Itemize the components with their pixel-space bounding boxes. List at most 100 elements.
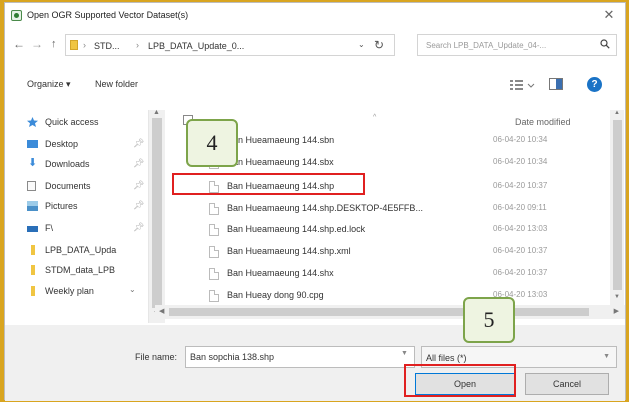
search-icon <box>600 39 610 49</box>
column-header-date-modified[interactable]: Date modified <box>515 117 571 127</box>
file-name: Ban Hueamaeung 144.shp.ed.lock <box>227 224 366 234</box>
command-bar: Organize ▾ New folder ? <box>5 74 625 96</box>
search-placeholder: Search LPB_DATA_Update_04-... <box>426 41 547 50</box>
refresh-icon[interactable]: ↻ <box>374 38 384 52</box>
breadcrumb-segment[interactable]: LPB_DATA_Update_0... <box>148 41 244 51</box>
file-row[interactable]: Ban Hueamaeung 144.shp.xml 06-04-20 10:3… <box>175 243 605 260</box>
file-date: 06-04-20 09:11 <box>493 203 547 212</box>
address-bar[interactable]: › STD... › LPB_DATA_Update_0... ⌄ ↻ <box>65 34 395 56</box>
open-file-dialog: Open OGR Supported Vector Dataset(s) ✕ ←… <box>4 2 626 401</box>
search-input[interactable]: Search LPB_DATA_Update_04-... <box>417 34 617 56</box>
folder-icon <box>70 40 78 50</box>
scrollbar-thumb[interactable] <box>152 118 162 308</box>
folder-icon <box>31 265 35 275</box>
file-name: Ban Hueamaeung 144.shp.xml <box>227 246 351 256</box>
navigation-pane: Quick access Desktop 📌︎ ⬇ Downloads 📌︎ D… <box>5 109 165 323</box>
sidebar-item-desktop[interactable]: Desktop 📌︎ <box>5 134 147 154</box>
file-row[interactable]: Ban Hueamaeung 144.sbx 06-04-20 10:34 <box>175 154 605 171</box>
help-icon[interactable]: ? <box>587 77 602 92</box>
sidebar-item-label: Pictures <box>45 201 78 211</box>
preview-pane-icon[interactable] <box>549 78 563 90</box>
chevron-down-icon[interactable]: ⌄ <box>358 40 365 49</box>
file-name-input[interactable] <box>185 346 415 368</box>
sidebar-item-label: F\ <box>45 223 53 233</box>
file-row[interactable]: Ban Hueay dong 90.cpg 06-04-20 13:03 <box>175 287 605 304</box>
file-date: 06-04-20 13:03 <box>493 224 548 233</box>
sidebar-scrollbar[interactable]: ▲ ▼ <box>148 109 165 323</box>
file-date: 06-04-20 10:34 <box>493 157 548 166</box>
file-name: Ban Hueamaeung 144.shx <box>227 268 334 278</box>
view-options-icon[interactable] <box>509 78 535 92</box>
file-name: Ban Hueamaeung 144.sbn <box>227 135 335 145</box>
scrollbar-thumb[interactable] <box>613 120 622 290</box>
sidebar-item-label: STDM_data_LPB <box>45 265 116 275</box>
forward-arrow-icon[interactable]: → <box>31 37 43 51</box>
file-row[interactable]: Ban Hueamaeung 144.sbn 06-04-20 10:34 <box>175 132 605 149</box>
drive-icon <box>27 226 38 232</box>
file-name: Ban Hueay dong 90.cpg <box>227 290 324 300</box>
file-type-filter-value: All files (*) <box>426 353 467 363</box>
folder-icon <box>31 245 35 255</box>
file-icon <box>209 203 219 215</box>
pin-icon[interactable]: 📌︎ <box>133 222 144 233</box>
sidebar-item-stdm-data[interactable]: STDM_data_LPB <box>5 260 147 280</box>
file-icon <box>209 246 219 258</box>
scrollbar-thumb[interactable] <box>169 308 589 316</box>
annotation-step-5: 5 <box>463 297 515 343</box>
breadcrumb-segment[interactable]: STD... <box>94 41 120 51</box>
pin-icon[interactable]: 📌︎ <box>133 158 144 169</box>
file-name-label: File name: <box>135 352 178 362</box>
sidebar-item-label: Weekly plan <box>45 286 94 296</box>
chevron-down-icon[interactable]: ▼ <box>401 350 408 357</box>
sidebar-item-weekly-plan[interactable]: Weekly plan ⌄ <box>5 281 147 301</box>
annotation-highlight-open-button <box>404 364 516 397</box>
sidebar-item-downloads[interactable]: ⬇ Downloads 📌︎ <box>5 154 147 174</box>
scroll-left-icon[interactable]: ◀ <box>159 307 164 315</box>
scroll-down-icon[interactable]: ▼ <box>614 294 620 300</box>
documents-icon <box>27 181 36 191</box>
scroll-right-icon[interactable]: ▶ <box>614 307 619 315</box>
annotation-step-4: 4 <box>186 119 238 167</box>
sidebar-item-lpb-data[interactable]: LPB_DATA_Upda <box>5 240 147 260</box>
chevron-down-icon[interactable]: ⌄ <box>129 285 136 294</box>
dialog-footer: File name: ▼ All files (*) ▼ Open Cancel <box>5 325 625 401</box>
sidebar-item-quick-access[interactable]: Quick access <box>5 112 147 132</box>
desktop-icon <box>27 140 38 148</box>
sidebar-item-label: LPB_DATA_Upda <box>45 245 117 255</box>
pin-icon[interactable]: 📌︎ <box>133 138 144 149</box>
file-list: ^ Date modified Ban Hueamaeung 144.sbn 0… <box>175 110 610 305</box>
file-row[interactable]: Ban Hueamaeung 144.shp.DESKTOP-4E5FFB...… <box>175 200 605 217</box>
up-arrow-icon[interactable]: ↑ <box>51 38 57 50</box>
chevron-down-icon: ▼ <box>603 353 610 360</box>
qgis-app-icon <box>11 10 22 21</box>
file-row[interactable]: Ban Hueamaeung 144.shx 06-04-20 10:37 <box>175 265 605 282</box>
sidebar-item-pictures[interactable]: Pictures 📌︎ <box>5 196 147 216</box>
file-date: 06-04-20 10:37 <box>493 181 548 190</box>
file-icon <box>209 268 219 280</box>
file-list-scrollbar[interactable]: ▲ ▼ <box>610 110 624 305</box>
cancel-button[interactable]: Cancel <box>525 373 609 395</box>
breadcrumb-separator-icon: › <box>83 40 86 50</box>
sidebar-item-f-drive[interactable]: F\ 📌︎ <box>5 218 147 238</box>
file-date: 06-04-20 10:37 <box>493 268 548 277</box>
close-button[interactable]: ✕ <box>601 7 617 23</box>
sidebar-item-label: Documents <box>45 181 91 191</box>
pin-icon[interactable]: 📌︎ <box>133 200 144 211</box>
file-icon <box>209 224 219 236</box>
title-bar: Open OGR Supported Vector Dataset(s) ✕ <box>5 3 625 29</box>
back-arrow-icon[interactable]: ← <box>13 37 25 51</box>
file-row[interactable]: Ban Hueamaeung 144.shp.ed.lock 06-04-20 … <box>175 221 605 238</box>
file-name: Ban Hueamaeung 144.shp.DESKTOP-4E5FFB... <box>227 203 423 213</box>
organize-button[interactable]: Organize ▾ <box>27 79 71 90</box>
new-folder-button[interactable]: New folder <box>95 79 138 89</box>
scroll-up-icon[interactable]: ▲ <box>153 109 160 116</box>
star-icon <box>27 117 38 127</box>
scroll-up-icon[interactable]: ▲ <box>614 110 620 116</box>
horizontal-scrollbar[interactable]: ◀ ▶ <box>155 305 625 319</box>
pin-icon[interactable]: 📌︎ <box>133 180 144 191</box>
window-title: Open OGR Supported Vector Dataset(s) <box>27 10 189 20</box>
annotation-highlight-shp-file <box>172 173 365 195</box>
sidebar-item-label: Downloads <box>45 159 90 169</box>
file-name: Ban Hueamaeung 144.sbx <box>227 157 334 167</box>
sidebar-item-documents[interactable]: Documents 📌︎ <box>5 176 147 196</box>
